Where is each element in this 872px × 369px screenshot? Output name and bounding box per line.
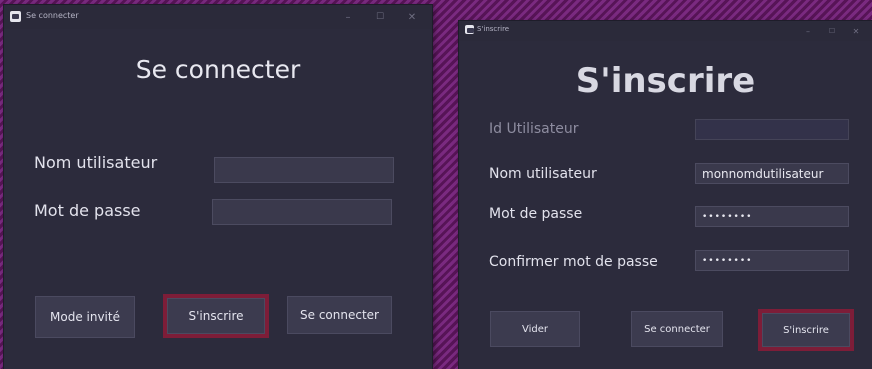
maximize-icon[interactable]: ☐ bbox=[364, 5, 396, 29]
register-button[interactable]: S'inscrire bbox=[758, 309, 854, 351]
register-titlebar[interactable]: S'inscrire – ☐ ✕ bbox=[459, 21, 872, 41]
app-icon bbox=[10, 11, 21, 22]
maximize-icon[interactable]: ☐ bbox=[820, 21, 844, 41]
register-window: S'inscrire – ☐ ✕ S'inscrire Id Utilisate… bbox=[459, 21, 872, 369]
login-username-input[interactable] bbox=[214, 157, 394, 183]
login-window-title: Se connecter bbox=[26, 11, 79, 20]
register-username-label: Nom utilisateur bbox=[489, 166, 597, 182]
register-userid-label: Id Utilisateur bbox=[489, 121, 579, 137]
login-window: Se connecter – ☐ ✕ Se connecter Nom util… bbox=[4, 5, 432, 369]
close-icon[interactable]: ✕ bbox=[844, 21, 868, 41]
register-window-title: S'inscrire bbox=[477, 25, 510, 33]
register-username-input[interactable] bbox=[695, 163, 849, 184]
login-password-input[interactable] bbox=[212, 199, 392, 225]
register-password-label: Mot de passe bbox=[489, 206, 583, 222]
login-password-label: Mot de passe bbox=[34, 201, 141, 220]
minimize-icon[interactable]: – bbox=[796, 21, 820, 41]
guest-mode-button[interactable]: Mode invité bbox=[35, 296, 135, 338]
register-confirm-input[interactable] bbox=[695, 250, 849, 271]
login-window-controls: – ☐ ✕ bbox=[332, 5, 428, 29]
minimize-icon[interactable]: – bbox=[332, 5, 364, 29]
login-window-register-button[interactable]: S'inscrire bbox=[163, 294, 269, 338]
login-titlebar[interactable]: Se connecter – ☐ ✕ bbox=[4, 5, 432, 29]
register-userid-input[interactable] bbox=[695, 119, 849, 140]
login-button[interactable]: Se connecter bbox=[287, 296, 392, 334]
register-confirm-label: Confirmer mot de passe bbox=[489, 254, 658, 270]
login-username-label: Nom utilisateur bbox=[34, 153, 158, 172]
app-icon bbox=[465, 25, 474, 34]
login-heading: Se connecter bbox=[135, 55, 301, 84]
register-window-login-button[interactable]: Se connecter bbox=[631, 311, 723, 347]
register-window-controls: – ☐ ✕ bbox=[796, 21, 868, 41]
clear-button[interactable]: Vider bbox=[490, 311, 580, 347]
register-password-input[interactable] bbox=[695, 206, 849, 227]
close-icon[interactable]: ✕ bbox=[396, 5, 428, 29]
register-heading: S'inscrire bbox=[575, 61, 756, 101]
